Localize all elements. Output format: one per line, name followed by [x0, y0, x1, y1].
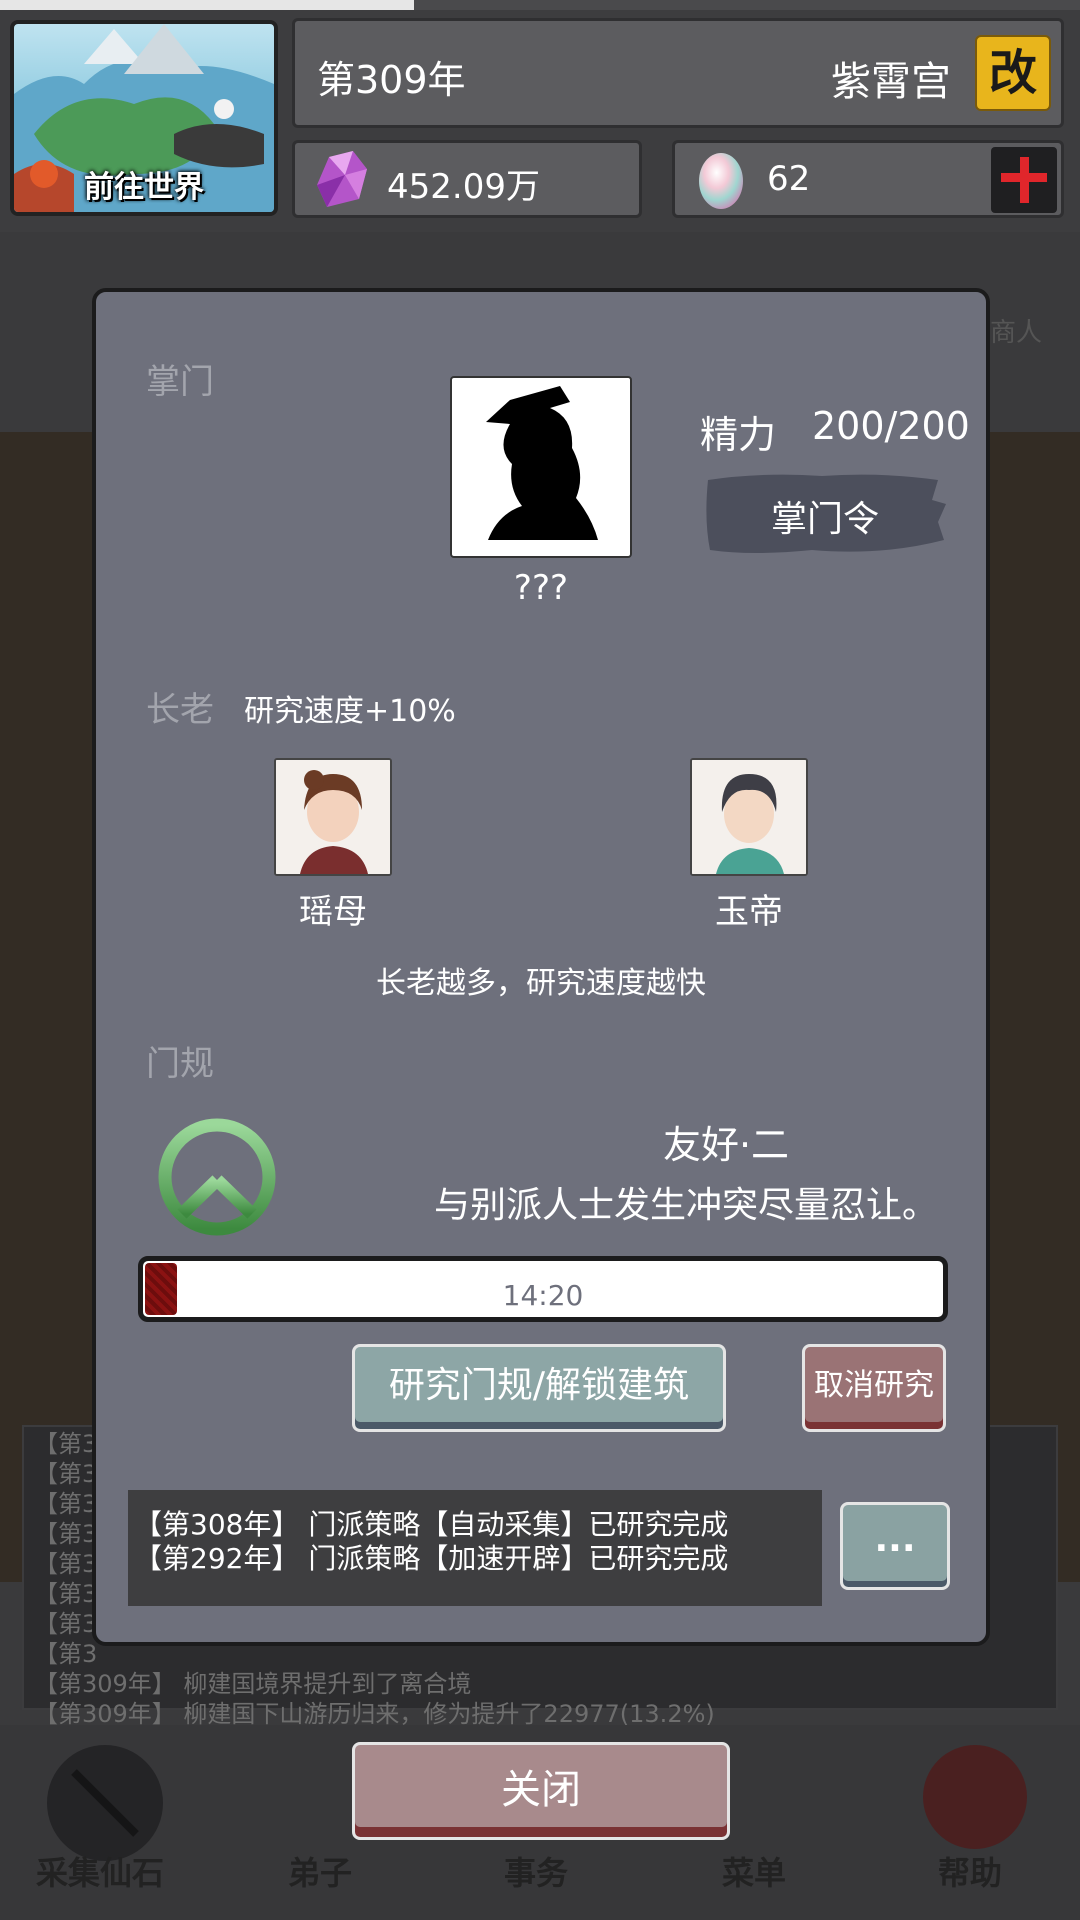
- sect-management-dialog: 掌门 ??? 精力 200/200 掌门令 长老 研究速度+10% 瑶母 玉帝 …: [92, 288, 990, 1646]
- right-scroll-decoration: [990, 432, 1080, 1582]
- peace-icon: [158, 1118, 276, 1236]
- bg-log-line: 【第309年】 柳建国境界提升到了离合境: [34, 1670, 472, 1698]
- elder-hint-text: 长老越多，研究速度越快: [376, 966, 706, 1001]
- year-panel: 第309年 紫霄宫 改: [292, 18, 1064, 128]
- spirit-stones-value: 452.09万: [387, 167, 540, 207]
- research-progress-bar: 14:20: [138, 1256, 948, 1322]
- go-to-world-label: 前往世界: [84, 170, 204, 205]
- elder-name-yudi: 玉帝: [715, 892, 783, 932]
- help-icon: [923, 1745, 1027, 1849]
- rename-sect-button[interactable]: 改: [975, 35, 1051, 111]
- rules-section-title: 门规: [146, 1044, 214, 1084]
- research-log: 【第308年】 门派策略【自动采集】已研究完成 【第292年】 门派策略【加速开…: [128, 1490, 822, 1606]
- nav-affairs[interactable]: 事务: [504, 1848, 568, 1894]
- gems-panel: 62: [672, 140, 1064, 218]
- nav-help[interactable]: 帮助: [938, 1848, 1002, 1894]
- spirit-stones-panel: 452.09万: [292, 140, 642, 218]
- add-gems-button[interactable]: [991, 147, 1057, 213]
- nav-gather-stones[interactable]: 采集仙石: [36, 1848, 164, 1894]
- energy-value: 200/200: [812, 404, 970, 448]
- nav-menu[interactable]: 菜单: [722, 1848, 786, 1894]
- research-rules-button[interactable]: 研究门规/解锁建筑: [352, 1344, 726, 1432]
- leader-portrait[interactable]: [450, 376, 632, 558]
- female-avatar-icon: [276, 760, 390, 874]
- log-line: 【第292年】 门派策略【加速开辟】已研究完成: [134, 1542, 729, 1575]
- leader-order-button[interactable]: 掌门令: [702, 470, 948, 556]
- elder-portrait-yudi[interactable]: [690, 758, 808, 876]
- year-text: 第309年: [317, 58, 466, 102]
- go-to-world-button[interactable]: 前往世界: [10, 20, 278, 216]
- research-time-remaining: 14:20: [502, 1279, 584, 1312]
- leader-section-title: 掌门: [146, 362, 214, 402]
- close-dialog-button[interactable]: 关闭: [352, 1742, 730, 1840]
- loading-bar: [0, 0, 414, 10]
- elder-name-yaomu: 瑶母: [299, 892, 367, 932]
- gather-stones-icon: [47, 1745, 163, 1861]
- log-line: 【第308年】 门派策略【自动采集】已研究完成: [134, 1508, 729, 1541]
- nav-disciples[interactable]: 弟子: [288, 1848, 352, 1894]
- sect-name: 紫霄宫: [831, 59, 951, 105]
- spirit-gem-icon: [699, 153, 743, 209]
- merchant-label: 商人: [990, 318, 1043, 348]
- cancel-research-button[interactable]: 取消研究: [802, 1344, 946, 1432]
- rule-name: 友好·二: [662, 1123, 790, 1167]
- gems-value: 62: [767, 159, 811, 199]
- plus-icon: [1001, 157, 1047, 203]
- leader-name: ???: [513, 568, 569, 608]
- left-scroll-decoration: [0, 432, 92, 1582]
- energy-label: 精力: [700, 413, 777, 457]
- elder-bonus-text: 研究速度+10%: [244, 694, 456, 729]
- elder-portrait-yaomu[interactable]: [274, 758, 392, 876]
- leader-order-label: 掌门令: [770, 499, 879, 540]
- spirit-stone-icon: [317, 151, 367, 207]
- male-avatar-icon: [692, 760, 806, 874]
- elder-section-title: 长老: [146, 690, 214, 730]
- silhouette-icon: [486, 386, 598, 540]
- rule-description: 与别派人士发生冲突尽量忍让。: [433, 1185, 938, 1226]
- more-log-button[interactable]: ...: [840, 1502, 950, 1590]
